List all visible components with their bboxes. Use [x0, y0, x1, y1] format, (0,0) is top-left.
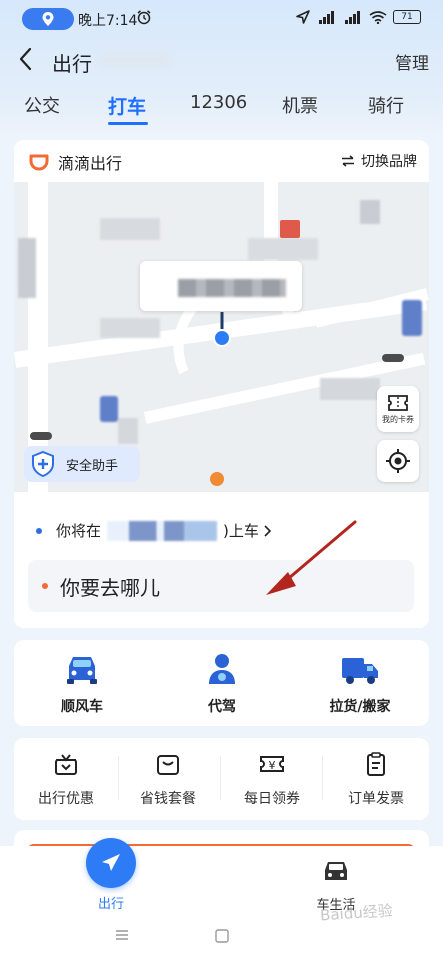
status-bar: 晚上7:14 71 — [0, 0, 443, 38]
tool-savings-package[interactable]: 省钱套餐 — [118, 750, 218, 808]
tab-cycling[interactable]: 骑行 — [368, 92, 404, 118]
location-pin-icon — [42, 12, 54, 26]
service-freight-moving-label: 拉货/搬家 — [329, 699, 391, 715]
nav-trip-circle — [86, 838, 136, 888]
tab-taxi[interactable]: 打车 — [108, 92, 146, 119]
tab-bus[interactable]: 公交 — [24, 92, 60, 118]
recenter-location-button[interactable] — [377, 440, 419, 482]
switch-brand-label: 切换品牌 — [361, 154, 417, 170]
bag-icon — [157, 755, 179, 775]
destination-placeholder: 你要去哪儿 — [60, 575, 160, 600]
baidu-watermark: Baidu经验 — [319, 901, 394, 925]
ride-hailing-card: 滴滴出行 切换品牌 安全助手 我的卡券 你将在)上车 你要去哪儿 — [14, 140, 429, 628]
home-square-icon[interactable] — [214, 928, 230, 944]
coupon-card-icon — [388, 395, 408, 411]
traffic-light-left — [30, 432, 52, 440]
pickup-prefix: 你将在 — [56, 522, 102, 540]
menu-lines-icon[interactable] — [114, 928, 130, 942]
brand-name: 滴滴出行 — [58, 154, 123, 173]
paper-plane-icon — [102, 854, 120, 871]
my-coupons-label: 我的卡券 — [382, 415, 414, 424]
battery-level: 71 — [401, 12, 413, 22]
service-designated-driver[interactable]: 代驾 — [172, 652, 272, 716]
active-tab-indicator — [108, 122, 148, 125]
nav-trip[interactable]: 出行 — [86, 838, 136, 912]
nav-trip-label: 出行 — [97, 897, 124, 912]
signal-hd-1-icon — [319, 11, 334, 24]
shield-plus-icon — [32, 450, 54, 478]
svg-text:¥: ¥ — [269, 759, 276, 772]
tab-12306[interactable]: 12306 — [190, 92, 247, 113]
tool-trip-discounts[interactable]: 出行优惠 — [16, 750, 116, 808]
current-location-callout — [140, 261, 302, 311]
safety-assistant-button[interactable]: 安全助手 — [24, 446, 140, 482]
back-arrow-icon[interactable] — [16, 46, 36, 72]
car-icon — [325, 862, 347, 880]
destination-input[interactable]: 你要去哪儿 — [28, 560, 414, 612]
tab-flights[interactable]: 机票 — [282, 92, 318, 118]
pickup-suffix: )上车 — [223, 522, 259, 540]
destination-dot — [42, 583, 48, 589]
driver-person-icon — [209, 654, 235, 684]
poi-marker-red — [280, 220, 300, 238]
tool-daily-coupons[interactable]: ¥ 每日领券 — [222, 750, 322, 808]
brand-bar: 滴滴出行 切换品牌 — [14, 140, 429, 182]
service-carpool[interactable]: 顺风车 — [32, 652, 132, 716]
chevron-right-icon — [264, 524, 272, 537]
service-carpool-label: 顺风车 — [61, 699, 103, 715]
pickup-dot — [36, 527, 42, 534]
safety-assistant-label: 安全助手 — [66, 458, 119, 474]
signal-hd-2-icon — [345, 11, 360, 24]
tool-trip-discounts-label: 出行优惠 — [38, 791, 94, 807]
pickup-address-obscured — [107, 520, 218, 541]
page-title: 出行 — [52, 52, 92, 76]
yen-coupon-icon: ¥ — [260, 756, 284, 772]
poi-marker-blue-right — [402, 300, 422, 336]
tool-order-invoice-label: 订单发票 — [348, 791, 404, 807]
location-name-obscured — [178, 279, 286, 297]
location-indicator — [22, 8, 74, 30]
category-tabs: 公交 打车 12306 机票 骑行 — [0, 88, 443, 130]
pickup-location[interactable]: 你将在 )上车 — [36, 520, 273, 541]
didi-logo-icon — [29, 154, 49, 171]
traffic-light-right — [382, 354, 404, 362]
status-time: 晚上7:14 — [78, 13, 138, 29]
title-obscured — [100, 52, 170, 68]
tool-daily-coupons-label: 每日领券 — [244, 791, 300, 807]
tool-savings-package-label: 省钱套餐 — [140, 791, 196, 807]
switch-brand-button[interactable]: 切换品牌 — [341, 151, 417, 171]
bottom-navigation: 出行 车生活 Baidu经验 — [0, 838, 443, 960]
navigation-arrow-icon — [296, 10, 310, 24]
service-freight-moving[interactable]: 拉货/搬家 — [310, 652, 410, 716]
locate-crosshair-icon — [386, 449, 410, 473]
map-view[interactable]: 安全助手 我的卡券 — [14, 182, 429, 492]
car-front-icon — [67, 657, 97, 684]
battery-indicator: 71 — [393, 10, 421, 24]
restaurant-marker — [210, 472, 224, 486]
switch-arrows-icon — [342, 155, 354, 167]
wifi-icon — [369, 11, 387, 24]
manage-button[interactable]: 管理 — [395, 49, 429, 74]
truck-icon — [342, 658, 378, 684]
service-designated-driver-label: 代驾 — [208, 699, 236, 715]
poi-marker-blue-left — [100, 396, 118, 422]
tool-order-invoice[interactable]: 订单发票 — [326, 750, 426, 808]
alarm-icon — [137, 10, 151, 25]
current-location-pin-icon — [213, 312, 231, 347]
app-header: 出行 管理 — [0, 40, 443, 80]
invoice-icon — [367, 752, 385, 776]
gift-box-icon — [55, 754, 77, 775]
tools-card: 出行优惠 省钱套餐 ¥ 每日领券 订单发票 — [14, 738, 429, 820]
my-coupons-button[interactable]: 我的卡券 — [377, 386, 419, 432]
services-card: 顺风车 代驾 拉货/搬家 — [14, 640, 429, 726]
